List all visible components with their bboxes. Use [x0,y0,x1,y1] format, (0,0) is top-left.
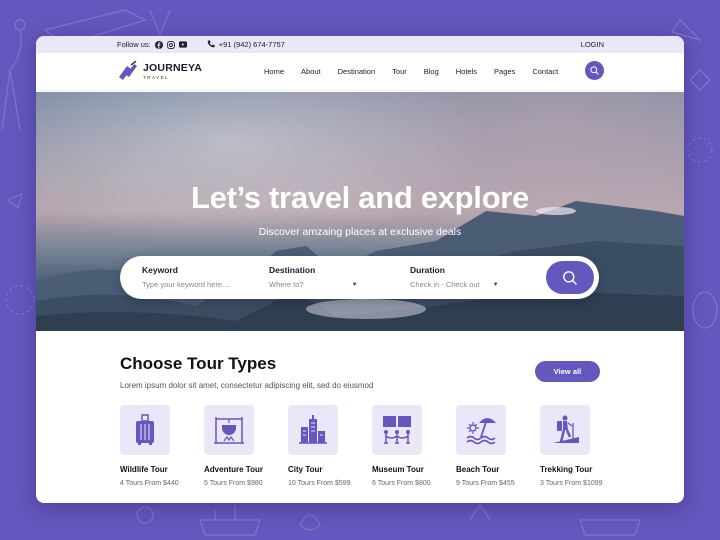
caret-down-icon[interactable]: ▼ [352,282,358,288]
tour-card-beach[interactable]: Beach Tour 9 Tours From $455 [456,405,540,487]
logo-icon [119,61,137,80]
tour-name: Adventure Tour [204,465,263,474]
keyword-input[interactable]: Type your keyword here.... [142,280,230,289]
destination-field[interactable]: Destination Where to? ▼ [269,265,358,289]
nav-tour[interactable]: Tour [392,67,407,76]
tour-meta: 9 Tours From $455 [456,480,515,487]
nav-search-button[interactable] [585,61,604,80]
tour-search-form: Keyword Type your keyword here.... Desti… [120,256,599,299]
tour-card-wildlife[interactable]: Wildlife Tour 4 Tours From $440 [120,405,204,487]
website-frame: Follow us: +91 (942) 674-7757 LOGIN JOUR… [36,36,684,503]
phone-number[interactable]: +91 (942) 674-7757 [219,40,285,49]
keyword-label: Keyword [142,265,178,275]
hero-subtitle: Discover amzaing places at exclusive dea… [258,226,462,238]
tour-name: Trekking Tour [540,465,593,474]
city-icon [299,415,327,444]
nav-blog[interactable]: Blog [424,67,439,76]
instagram-icon[interactable] [166,40,175,49]
login-link[interactable]: LOGIN [581,40,604,49]
tour-card-trekking[interactable]: Trekking Tour 3 Tours From $1099 [540,405,624,487]
tour-meta: 5 Tours From $980 [204,480,263,487]
navbar: JOURNEYA TRAVEL Home About Destination T… [36,53,684,91]
tour-name: Museum Tour [372,465,424,474]
tour-name: Beach Tour [456,465,500,474]
tour-card-adventure[interactable]: Adventure Tour 5 Tours From $980 [204,405,288,487]
museum-icon [383,416,411,444]
campfire-icon [214,417,244,444]
tour-meta: 4 Tours From $440 [120,480,179,487]
nav-destination[interactable]: Destination [338,67,376,76]
top-bar: Follow us: +91 (942) 674-7757 LOGIN [36,36,684,53]
main-nav: Home About Destination Tour Blog Hotels … [264,67,575,76]
destination-label: Destination [269,265,316,275]
search-icon [563,270,577,285]
brand-name: JOURNEYA [143,62,202,74]
destination-select[interactable]: Where to? [269,280,304,289]
duration-label: Duration [410,265,445,275]
brand-tagline: TRAVEL [143,75,170,80]
tour-type-list: Wildlife Tour 4 Tours From $440 Adventur… [120,405,624,487]
hero-title: Let’s travel and explore [191,180,529,215]
facebook-icon[interactable] [154,40,163,49]
section-subtitle: Lorem ipsum dolor sit amet, consectetur … [120,381,374,390]
nav-pages[interactable]: Pages [494,67,515,76]
tour-meta: 3 Tours From $1099 [540,480,603,487]
tour-meta: 10 Tours From $599 [288,480,351,487]
luggage-icon [136,414,154,445]
tour-meta: 6 Tours From $800 [372,480,431,487]
hiker-icon [553,415,579,443]
beach-icon [466,418,496,445]
tour-name: City Tour [288,465,323,474]
logo[interactable]: JOURNEYA TRAVEL [117,61,202,81]
nav-home[interactable]: Home [264,67,284,76]
caret-down-icon[interactable]: ▼ [493,282,499,288]
tour-card-city[interactable]: City Tour 10 Tours From $599 [288,405,372,487]
hero-banner: Let’s travel and explore Discover amzain… [36,92,684,331]
phone-icon [207,40,215,50]
tour-name: Wildlife Tour [120,465,168,474]
search-submit-button[interactable] [546,261,594,294]
follow-us-label: Follow us: [117,40,151,49]
view-all-button[interactable]: View all [535,361,600,382]
keyword-field[interactable]: Keyword Type your keyword here.... [142,265,230,289]
tour-card-museum[interactable]: Museum Tour 6 Tours From $800 [372,405,456,487]
duration-field[interactable]: Duration Check in - Check out ▼ [410,265,499,289]
section-title: Choose Tour Types [120,354,277,373]
nav-hotels[interactable]: Hotels [456,67,477,76]
nav-contact[interactable]: Contact [532,67,558,76]
duration-select[interactable]: Check in - Check out [410,280,480,289]
search-icon [590,66,599,75]
youtube-icon[interactable] [178,41,187,49]
nav-about[interactable]: About [301,67,321,76]
